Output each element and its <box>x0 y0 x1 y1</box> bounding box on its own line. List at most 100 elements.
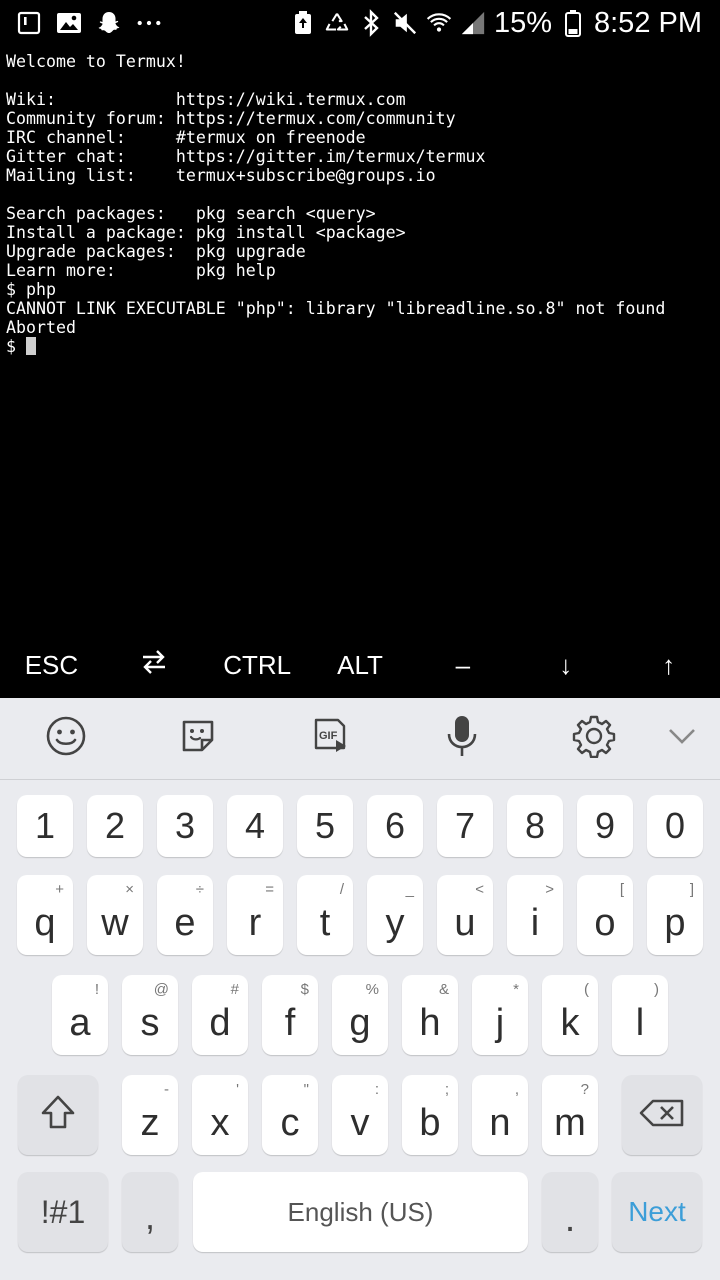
key-h[interactable]: & h <box>402 975 458 1055</box>
key-label: 6 <box>384 805 406 846</box>
emoji-icon <box>45 715 87 762</box>
number-key-8[interactable]: 8 <box>507 795 563 857</box>
key-label: q <box>34 902 56 944</box>
battery-percent: 15% <box>493 6 552 39</box>
number-key-6[interactable]: 6 <box>367 795 423 857</box>
key-z[interactable]: -z <box>122 1075 178 1155</box>
terminal-output[interactable]: Welcome to Termux! Wiki: https://wiki.te… <box>6 52 714 632</box>
text-cursor <box>25 337 36 355</box>
key-hint: " <box>303 1081 309 1098</box>
snapchat-icon <box>96 10 122 36</box>
more-dots-icon <box>136 10 162 36</box>
tab-key[interactable] <box>103 632 206 698</box>
key-hint: ! <box>94 981 99 998</box>
key-hint: ] <box>689 881 694 898</box>
key-l[interactable]: ) l <box>612 975 668 1055</box>
key-i[interactable]: > i <box>507 875 563 955</box>
number-key-4[interactable]: 4 <box>227 795 283 857</box>
key-label: r <box>248 902 262 944</box>
key-hint: # <box>230 981 239 998</box>
key-x[interactable]: ' x <box>192 1075 248 1155</box>
key-s[interactable]: @ s <box>122 975 178 1055</box>
key-label: p <box>664 902 686 944</box>
arrow-up-key[interactable]: ↑ <box>617 632 720 698</box>
mute-icon <box>392 10 418 36</box>
number-key-1[interactable]: 1 <box>17 795 73 857</box>
key-hint: × <box>125 881 134 898</box>
prompt: $ <box>6 337 26 356</box>
key-r[interactable]: = r <box>227 875 283 955</box>
key-label: m <box>554 1102 586 1144</box>
key-e[interactable]: ÷ e <box>157 875 213 955</box>
dash-key[interactable]: – <box>411 632 514 698</box>
key-b[interactable]: ; b <box>402 1075 458 1155</box>
key-c[interactable]: " c <box>262 1075 318 1155</box>
shift-arrow-icon <box>40 1094 76 1137</box>
key-v[interactable]: :v <box>332 1075 388 1155</box>
collapse-keyboard-button[interactable] <box>658 714 706 762</box>
key-label: i <box>530 902 540 944</box>
battery-icon <box>560 10 586 37</box>
key-label: j <box>495 1002 505 1044</box>
key-u[interactable]: < u <box>437 875 493 955</box>
terminal-prompt-line[interactable]: $ <box>6 337 714 356</box>
alt-key[interactable]: ALT <box>309 632 412 698</box>
key-a[interactable]: ! a <box>52 975 108 1055</box>
symbols-key[interactable]: !#1 <box>18 1172 108 1252</box>
emoji-button[interactable] <box>42 714 90 762</box>
key-hint: _ <box>405 881 414 898</box>
number-key-0[interactable]: 0 <box>647 795 703 857</box>
battery-saver-icon <box>290 10 316 36</box>
bluetooth-icon <box>358 9 384 37</box>
number-key-7[interactable]: 7 <box>437 795 493 857</box>
key-label: 3 <box>174 805 196 846</box>
next-key-label: Next <box>628 1196 686 1227</box>
key-y[interactable]: _ y <box>367 875 423 955</box>
arrow-down-key[interactable]: ↓ <box>514 632 617 698</box>
voice-input-button[interactable] <box>438 714 486 762</box>
next-key[interactable]: Next <box>612 1172 702 1252</box>
settings-icon <box>572 714 616 763</box>
esc-key[interactable]: ESC <box>0 632 103 698</box>
key-p[interactable]: ] p <box>647 875 703 955</box>
number-key-3[interactable]: 3 <box>157 795 213 857</box>
key-label: k <box>560 1002 580 1044</box>
keyboard-settings-button[interactable] <box>570 714 618 762</box>
key-t[interactable]: / t <box>297 875 353 955</box>
key-q[interactable]: + q <box>17 875 73 955</box>
comma-key-label: , <box>144 1196 155 1237</box>
key-f[interactable]: $ f <box>262 975 318 1055</box>
key-m[interactable]: ? m <box>542 1075 598 1155</box>
number-key-2[interactable]: 2 <box>87 795 143 857</box>
key-d[interactable]: # d <box>192 975 248 1055</box>
number-key-9[interactable]: 9 <box>577 795 633 857</box>
gif-button[interactable]: GIF <box>306 714 354 762</box>
key-label: h <box>419 1002 441 1044</box>
shift-key[interactable] <box>18 1075 98 1155</box>
key-w[interactable]: × w <box>87 875 143 955</box>
sticker-button[interactable] <box>174 714 222 762</box>
period-key[interactable]: . <box>542 1172 598 1252</box>
collapse-chevron-icon <box>667 727 697 750</box>
backspace-key[interactable] <box>622 1075 702 1155</box>
key-o[interactable]: [o <box>577 875 633 955</box>
key-hint: ) <box>654 981 659 998</box>
key-label: x <box>210 1102 230 1144</box>
comma-key[interactable]: , <box>122 1172 178 1252</box>
extra-keys-row: ESC CTRL ALT – ↓ ↑ <box>0 632 720 698</box>
key-label: 1 <box>34 805 56 846</box>
key-label: o <box>594 902 616 944</box>
key-n[interactable]: ,n <box>472 1075 528 1155</box>
key-hint: ? <box>580 1081 589 1098</box>
key-k[interactable]: (k <box>542 975 598 1055</box>
clock: 8:52 PM <box>594 6 702 39</box>
number-key-5[interactable]: 5 <box>297 795 353 857</box>
key-label: 8 <box>524 805 546 846</box>
space-key[interactable]: English (US) <box>193 1172 528 1252</box>
key-g[interactable]: % g <box>332 975 388 1055</box>
key-j[interactable]: * j <box>472 975 528 1055</box>
ctrl-key[interactable]: CTRL <box>206 632 309 698</box>
key-hint: = <box>265 881 274 898</box>
key-label: u <box>454 902 476 944</box>
key-label: f <box>284 1002 296 1044</box>
